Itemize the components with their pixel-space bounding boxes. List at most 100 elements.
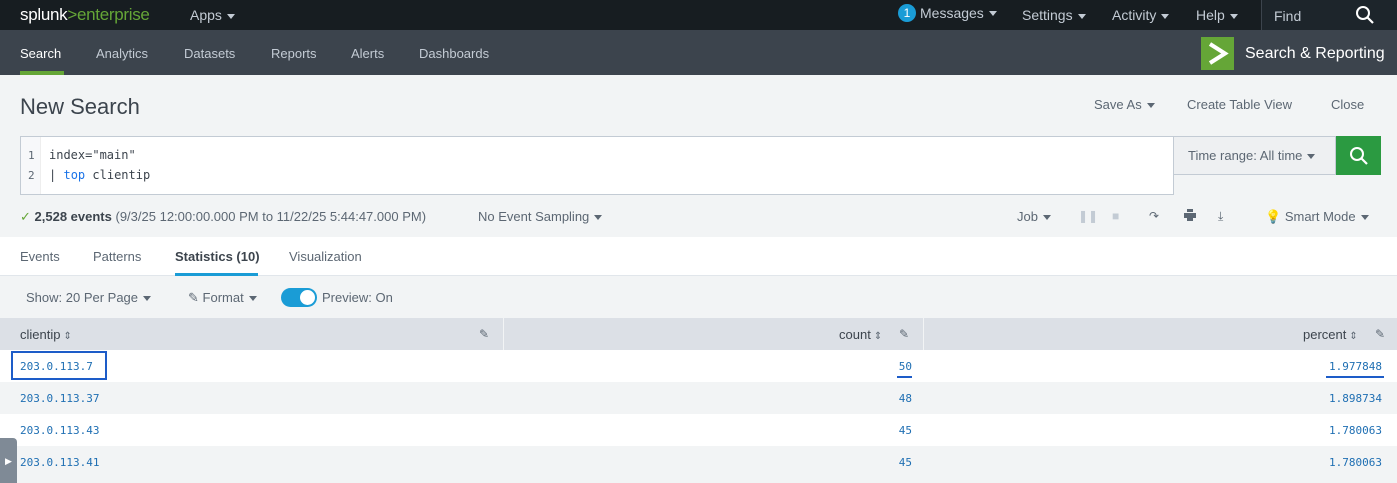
cell-clientip[interactable]: 203.0.113.37 bbox=[20, 392, 99, 405]
help-menu[interactable]: Help bbox=[1196, 7, 1238, 23]
edit-column-icon[interactable]: ✎ bbox=[899, 327, 909, 341]
column-header-percent[interactable]: percent ⇕ bbox=[1303, 318, 1358, 350]
line-number: 2 bbox=[28, 169, 35, 182]
cell-clientip[interactable]: 203.0.113.43 bbox=[20, 424, 99, 437]
search-mode-label: Smart Mode bbox=[1284, 209, 1356, 224]
save-as-menu[interactable]: Save As bbox=[1094, 97, 1155, 112]
nav-search[interactable]: Search bbox=[20, 46, 61, 61]
tab-events[interactable]: Events bbox=[20, 249, 60, 264]
search-query-editor[interactable]: 1 2 index="main" | top clientip bbox=[20, 136, 1174, 195]
sort-icon: ⇕ bbox=[873, 331, 883, 342]
cell-percent[interactable]: 1.898734 bbox=[1329, 392, 1382, 405]
messages-count-badge: 1 bbox=[898, 4, 916, 22]
events-range: (9/3/25 12:00:00.000 PM to 11/22/25 5:44… bbox=[115, 209, 427, 224]
chevron-down-icon bbox=[1360, 215, 1369, 221]
chevron-down-icon bbox=[594, 215, 603, 221]
chevron-down-icon bbox=[1307, 154, 1316, 160]
column-header-clientip[interactable]: clientip ⇕ bbox=[20, 318, 72, 350]
chevron-down-icon bbox=[1161, 13, 1170, 19]
create-table-view-link[interactable]: Create Table View bbox=[1187, 97, 1292, 112]
cell-count[interactable]: 50 bbox=[899, 360, 912, 373]
tab-visualization[interactable]: Visualization bbox=[289, 249, 362, 264]
query-line-1: index="main" bbox=[49, 148, 136, 162]
search-button[interactable] bbox=[1336, 136, 1381, 175]
search-icon bbox=[1349, 146, 1368, 165]
logo-text-gt: > bbox=[67, 5, 77, 24]
event-sampling-menu[interactable]: No Event Sampling bbox=[478, 209, 603, 224]
chevron-right-icon: ▶ bbox=[5, 456, 12, 466]
query-command: top bbox=[63, 168, 86, 182]
chevron-down-icon bbox=[143, 296, 152, 302]
column-header-label: clientip bbox=[20, 327, 61, 342]
chevron-down-icon bbox=[1229, 13, 1238, 19]
query-argument: clientip bbox=[92, 168, 151, 182]
event-sampling-label: No Event Sampling bbox=[478, 209, 590, 224]
chevron-down-icon bbox=[1042, 215, 1051, 221]
preview-toggle[interactable] bbox=[281, 288, 317, 307]
app-title[interactable]: Search & Reporting bbox=[1201, 37, 1385, 70]
sidebar-expand-handle[interactable]: ▶ bbox=[0, 438, 17, 483]
job-menu[interactable]: Job bbox=[1017, 209, 1051, 224]
event-status: ✓ 2,528 events (9/3/25 12:00:00.000 PM t… bbox=[20, 209, 426, 225]
nav-datasets[interactable]: Datasets bbox=[184, 46, 235, 61]
app-logo-icon bbox=[1201, 37, 1234, 70]
search-icon[interactable] bbox=[1355, 5, 1375, 25]
apps-label: Apps bbox=[190, 7, 222, 23]
nav-alerts[interactable]: Alerts bbox=[351, 46, 384, 61]
table-row: 203.0.113.41 45 1.780063 bbox=[0, 446, 1397, 478]
table-header: clientip ⇕ count ⇕ percent ⇕ bbox=[0, 318, 1397, 350]
sort-icon: ⇕ bbox=[1349, 331, 1358, 342]
cell-count[interactable]: 48 bbox=[899, 392, 912, 405]
edit-column-icon[interactable]: ✎ bbox=[1375, 327, 1385, 341]
stop-icon[interactable]: ■ bbox=[1112, 209, 1119, 223]
find-placeholder: Find bbox=[1274, 8, 1302, 24]
top-bar: splunk>enterprise Apps 1 Messages Settin… bbox=[0, 0, 1397, 30]
column-divider bbox=[923, 318, 924, 350]
tab-statistics[interactable]: Statistics (10) bbox=[175, 249, 260, 264]
cell-underline bbox=[1326, 376, 1384, 378]
checkmark-icon: ✓ bbox=[20, 209, 31, 224]
messages-menu[interactable]: 1 Messages bbox=[898, 4, 997, 22]
cell-clientip[interactable]: 203.0.113.41 bbox=[20, 456, 99, 469]
cell-count[interactable]: 45 bbox=[899, 424, 912, 437]
column-divider bbox=[503, 318, 504, 350]
activity-menu[interactable]: Activity bbox=[1112, 7, 1170, 23]
pause-icon[interactable]: ❚❚ bbox=[1078, 209, 1098, 223]
chevron-down-icon bbox=[226, 13, 235, 19]
nav-dashboards[interactable]: Dashboards bbox=[419, 46, 489, 61]
search-mode-menu[interactable]: 💡 Smart Mode bbox=[1265, 209, 1369, 225]
format-label: Format bbox=[202, 290, 244, 305]
find-input[interactable]: Find bbox=[1261, 0, 1397, 30]
apps-menu[interactable]: Apps bbox=[190, 7, 235, 23]
cell-underline bbox=[897, 376, 912, 378]
close-link[interactable]: Close bbox=[1331, 97, 1364, 112]
activity-label: Activity bbox=[1112, 7, 1157, 23]
time-range-label: Time range: All time bbox=[1188, 148, 1303, 163]
table-row: 203.0.113.43 45 1.780063 bbox=[0, 414, 1397, 446]
lightbulb-icon: 💡 bbox=[1265, 209, 1282, 224]
time-range-picker[interactable]: Time range: All time bbox=[1173, 136, 1336, 175]
chevron-down-icon bbox=[1077, 13, 1086, 19]
column-header-label: count bbox=[839, 327, 871, 342]
print-icon[interactable] bbox=[1184, 209, 1196, 224]
nav-analytics[interactable]: Analytics bbox=[96, 46, 148, 61]
cell-percent[interactable]: 1.780063 bbox=[1329, 424, 1382, 437]
nav-reports[interactable]: Reports bbox=[271, 46, 317, 61]
tab-patterns[interactable]: Patterns bbox=[93, 249, 141, 264]
query-pipe: | bbox=[49, 168, 57, 182]
cell-percent[interactable]: 1.780063 bbox=[1329, 456, 1382, 469]
format-menu[interactable]: ✎ Format bbox=[188, 290, 257, 306]
cell-percent[interactable]: 1.977848 bbox=[1329, 360, 1382, 373]
per-page-label: Show: 20 Per Page bbox=[26, 290, 139, 305]
messages-label: Messages bbox=[920, 5, 984, 21]
edit-column-icon[interactable]: ✎ bbox=[479, 327, 489, 341]
column-header-count[interactable]: count ⇕ bbox=[839, 318, 882, 350]
table-row: 203.0.113.37 48 1.898734 bbox=[0, 382, 1397, 414]
download-icon[interactable]: ⤓ bbox=[1218, 209, 1223, 224]
settings-menu[interactable]: Settings bbox=[1022, 7, 1086, 23]
cell-count[interactable]: 45 bbox=[899, 456, 912, 469]
splunk-logo[interactable]: splunk>enterprise bbox=[20, 5, 150, 25]
share-icon[interactable]: ↷ bbox=[1149, 209, 1159, 223]
per-page-menu[interactable]: Show: 20 Per Page bbox=[26, 290, 152, 305]
line-number-gutter: 1 2 bbox=[21, 137, 41, 194]
